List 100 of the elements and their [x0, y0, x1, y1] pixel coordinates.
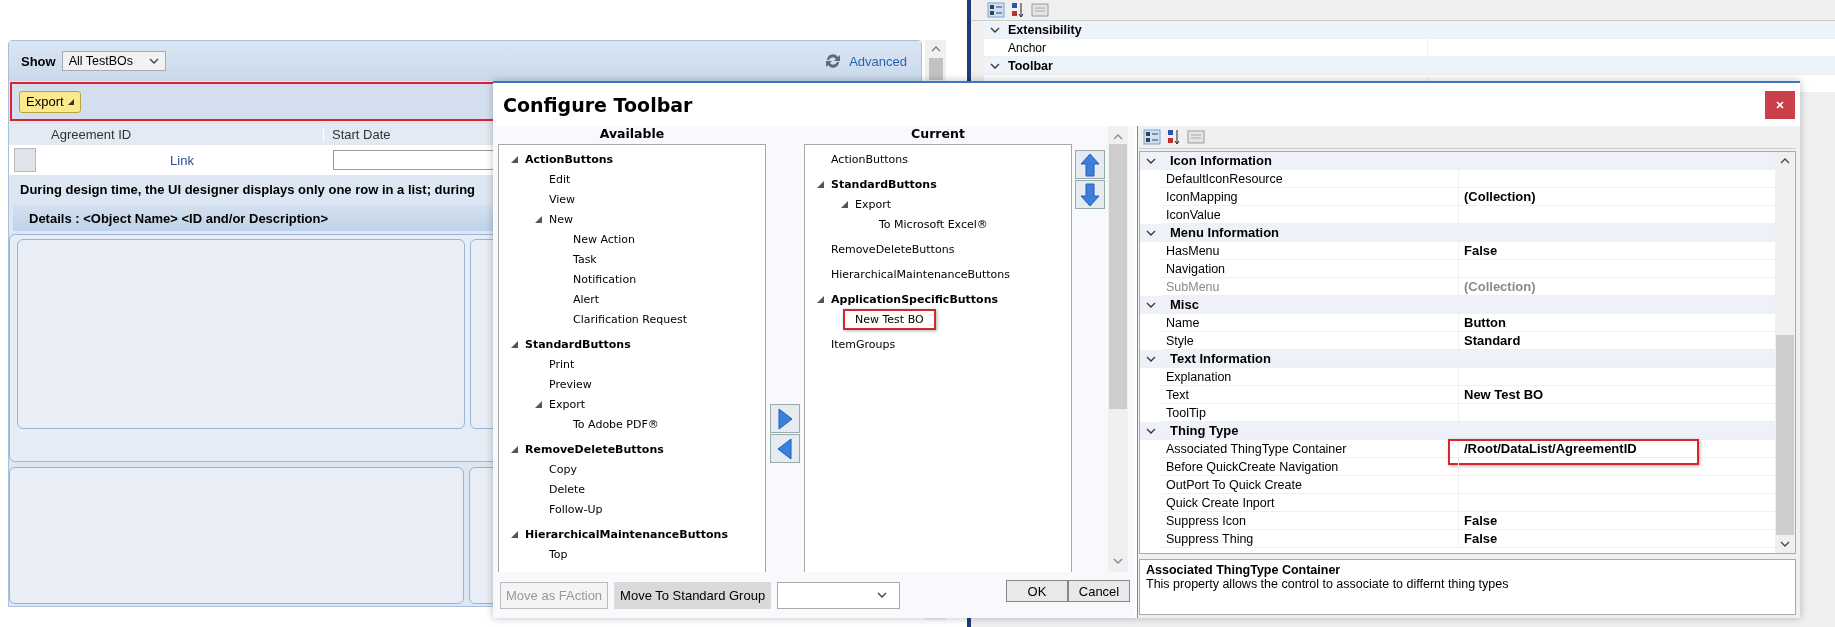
property-value[interactable]: False — [1464, 531, 1498, 546]
scrollbar[interactable] — [1775, 152, 1795, 553]
property-value[interactable]: Standard — [1464, 333, 1521, 348]
category-label: Toolbar — [1008, 58, 1053, 73]
property-name[interactable]: Navigation — [1162, 260, 1459, 277]
property-name[interactable]: IconMapping — [1162, 188, 1459, 205]
collapse-icon[interactable] — [1146, 300, 1156, 309]
export-button[interactable]: Export — [19, 90, 81, 113]
tree-item[interactable]: To Adobe PDF® — [573, 417, 659, 431]
tree-item[interactable]: RemoveDeleteButtons — [525, 442, 664, 456]
show-select[interactable]: All TestBOs — [61, 51, 166, 71]
property-value[interactable]: /Root/DataList/AgreementID — [1448, 439, 1699, 465]
scroll-thumb[interactable] — [1776, 335, 1794, 535]
tree-item[interactable]: HierarchicalMaintenanceButtons — [525, 527, 728, 541]
property-name[interactable]: Suppress Icon — [1162, 512, 1459, 529]
property-value[interactable]: New Test BO — [1464, 387, 1544, 402]
tree-item[interactable]: ApplicationSpecificButtons — [831, 292, 999, 306]
collapse-icon[interactable] — [1146, 156, 1156, 165]
tree-item[interactable]: HierarchicalMaintenanceButtons — [831, 267, 1010, 281]
dropdown-field[interactable] — [777, 581, 901, 609]
expander-icon[interactable] — [817, 295, 824, 303]
triangle-left-icon — [777, 437, 793, 460]
scrollbar[interactable] — [1108, 126, 1128, 572]
property-name[interactable]: Quick Create Inport — [1162, 494, 1459, 511]
tree-item[interactable]: Print — [549, 357, 575, 371]
tree-item[interactable]: Edit — [549, 172, 571, 186]
scroll-thumb[interactable] — [1109, 144, 1127, 409]
categorized-icon[interactable] — [987, 2, 1005, 18]
expander-icon[interactable] — [511, 155, 518, 163]
expander-icon[interactable] — [511, 445, 518, 453]
tree-item[interactable]: Top — [549, 547, 568, 561]
tree-item[interactable]: RemoveDeleteButtons — [831, 242, 955, 256]
category-label: Thing Type — [1170, 423, 1239, 438]
property-value[interactable]: False — [1464, 243, 1498, 258]
dialog-button[interactable]: OK — [1006, 580, 1068, 602]
link[interactable]: Link — [39, 152, 325, 168]
collapse-icon[interactable] — [1146, 354, 1156, 363]
tree-item[interactable]: ActionButtons — [831, 152, 909, 166]
advanced-link[interactable]: Advanced — [849, 53, 907, 69]
property-name[interactable]: IconValue — [1162, 206, 1459, 223]
property-value[interactable]: (Collection) — [1464, 189, 1536, 204]
collapse-icon[interactable] — [1146, 228, 1156, 237]
dialog-button[interactable]: Move To Standard Group — [614, 581, 772, 609]
tree-item[interactable]: New — [549, 212, 573, 226]
property-name[interactable]: Before QuickCreate Navigation — [1162, 458, 1459, 475]
property-name[interactable]: Text — [1162, 386, 1459, 403]
tree-item[interactable]: ItemGroups — [831, 337, 896, 351]
tree-item[interactable]: New Action — [573, 232, 635, 246]
property-name[interactable]: Style — [1162, 332, 1459, 349]
property-value[interactable]: False — [1464, 513, 1498, 528]
close-button[interactable] — [1765, 90, 1795, 119]
chevron-down-icon[interactable] — [1780, 541, 1790, 547]
move-up-button[interactable] — [1075, 150, 1105, 179]
chevron-up-icon[interactable] — [930, 46, 941, 52]
tree-item[interactable]: Clarification Request — [573, 312, 688, 326]
sort-icon[interactable] — [1011, 2, 1025, 18]
tree-item[interactable]: Follow-Up — [549, 502, 603, 516]
categorized-icon[interactable] — [1143, 129, 1161, 145]
tree-item[interactable]: Alert — [573, 292, 600, 306]
remove-button[interactable] — [770, 434, 800, 463]
list-heading: Available — [598, 126, 666, 143]
property-name[interactable]: DefaultIconResource — [1162, 170, 1459, 187]
tree-item[interactable]: StandardButtons — [525, 337, 631, 351]
property-name[interactable]: ToolTip — [1162, 404, 1459, 421]
dialog-title: Configure Toolbar — [503, 93, 693, 116]
expander-icon[interactable] — [535, 215, 542, 223]
property-name[interactable]: Name — [1162, 314, 1459, 331]
tree-item[interactable]: Export — [549, 397, 585, 411]
tree-item[interactable]: Task — [573, 252, 597, 266]
collapse-icon[interactable] — [990, 25, 1000, 34]
tree-item[interactable]: Delete — [549, 482, 586, 496]
expander-icon[interactable] — [535, 400, 542, 408]
chevron-up-icon[interactable] — [1780, 158, 1790, 164]
tree-item[interactable]: Copy — [549, 462, 577, 476]
tree-item[interactable]: StandardButtons — [831, 177, 937, 191]
property-value[interactable]: Button — [1464, 315, 1506, 330]
property-name[interactable]: Associated ThingType Container — [1162, 440, 1459, 457]
tree-item[interactable]: New Test BO — [843, 308, 936, 330]
column-header[interactable]: Agreement ID — [38, 127, 324, 142]
sort-icon[interactable] — [1167, 129, 1181, 145]
expander-icon[interactable] — [511, 530, 518, 538]
property-name[interactable]: HasMenu — [1162, 242, 1459, 259]
scroll-thumb[interactable] — [928, 58, 943, 80]
tree-item[interactable]: Preview — [549, 377, 592, 391]
category-label: Menu Information — [1170, 225, 1280, 240]
tree-item[interactable]: ActionButtons — [525, 152, 614, 166]
move-down-button[interactable] — [1075, 180, 1105, 209]
expander-icon[interactable] — [817, 180, 824, 188]
add-button[interactable] — [770, 404, 800, 433]
property-name[interactable]: OutPort To Quick Create — [1162, 476, 1459, 493]
expander-icon[interactable] — [841, 200, 848, 208]
property-name[interactable]: Explanation — [1162, 368, 1459, 385]
property-name[interactable]: Suppress Thing — [1162, 530, 1459, 547]
triangle-right-icon — [777, 407, 793, 430]
collapse-icon[interactable] — [990, 61, 1000, 70]
collapse-icon[interactable] — [1146, 426, 1156, 435]
tree-item[interactable]: Notification — [573, 272, 637, 286]
tree-item[interactable]: View — [549, 192, 576, 206]
dialog-button[interactable]: Cancel — [1068, 580, 1130, 602]
expander-icon[interactable] — [511, 340, 518, 348]
